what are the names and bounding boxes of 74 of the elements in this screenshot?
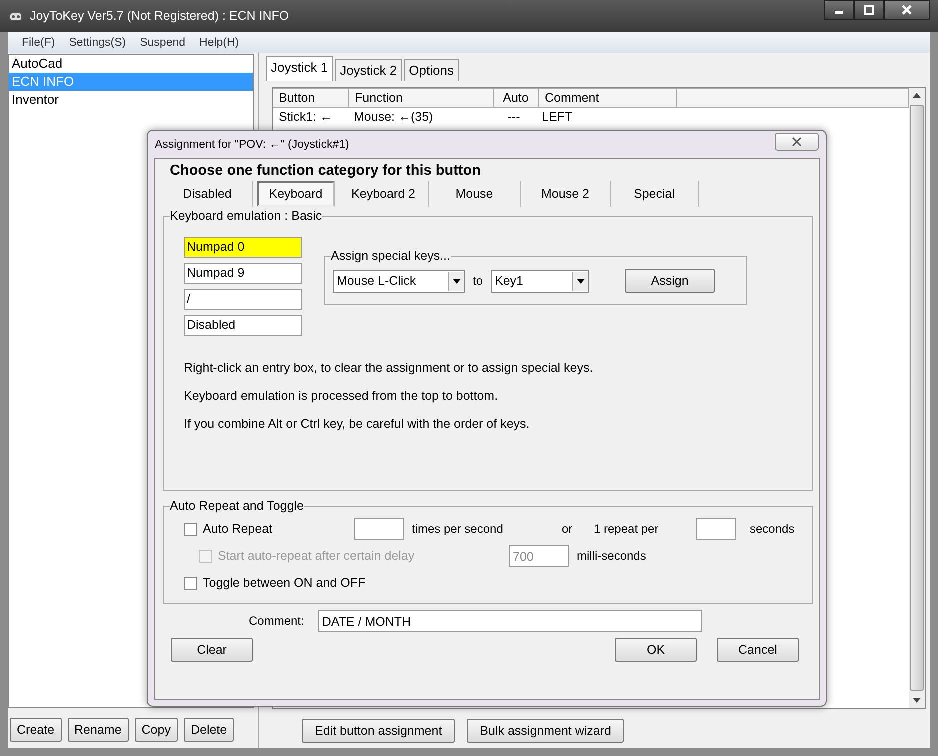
key-field[interactable]: Numpad 9	[184, 263, 302, 284]
category-tab[interactable]: Special	[611, 181, 699, 207]
unit-label: milli-seconds	[577, 549, 646, 563]
key-field[interactable]: Numpad 0	[184, 237, 302, 258]
checkbox[interactable]	[184, 522, 197, 536]
category-tab[interactable]: Mouse	[429, 181, 521, 207]
category-tab[interactable]: Keyboard	[257, 181, 335, 207]
special-key-dropdown[interactable]: Mouse L-Click	[333, 270, 465, 292]
category-tab[interactable]: Mouse 2	[521, 181, 611, 207]
close-button[interactable]	[775, 132, 819, 150]
note-text: If you combine Alt or Ctrl key, be careful with the order of keys.	[184, 417, 531, 431]
table-cell-text: LEFT	[541, 109, 574, 126]
joystick-tab[interactable]: Joystick 2	[335, 59, 402, 81]
group-title: Keyboard emulation : Basic	[170, 209, 322, 223]
joystick-tab[interactable]: Joystick 1	[266, 56, 334, 81]
scroll-down-icon[interactable]	[913, 698, 921, 703]
key-field[interactable]: /	[184, 289, 302, 310]
checkbox-label: Toggle between ON and OFF	[203, 576, 366, 590]
column-header[interactable]: Button	[273, 88, 349, 108]
assign-button[interactable]: Assign	[625, 269, 716, 293]
scrollbar-thumb[interactable]	[910, 105, 924, 691]
profile-button[interactable]: Copy	[134, 718, 178, 742]
table-cell-text: ---	[506, 109, 522, 126]
seconds-label: seconds	[750, 522, 795, 536]
table-cell-text: Stick1: ←	[278, 109, 334, 126]
category-tab[interactable]: Keyboard 2	[339, 181, 429, 207]
dialog-heading: Choose one function category for this button	[169, 163, 482, 179]
close-icon	[901, 4, 913, 16]
checkbox[interactable]	[184, 576, 197, 590]
ok-button[interactable]: OK	[615, 638, 697, 662]
column-header[interactable]: Function	[349, 88, 494, 108]
minimize-button[interactable]	[824, 0, 854, 20]
profile-item[interactable]: Inventor	[9, 91, 253, 109]
comment-input[interactable]: DATE / MONTH	[318, 610, 702, 632]
menu-item[interactable]: Settings(S)	[69, 36, 126, 48]
joystick-tab[interactable]: Options	[404, 59, 459, 81]
close-button[interactable]	[884, 0, 930, 20]
profile-button[interactable]: Rename	[68, 718, 129, 742]
dialog-title: Assignment for "POV: ←" (Joystick#1)	[155, 138, 350, 150]
comment-label: Comment:	[249, 614, 304, 628]
action-button[interactable]: Edit button assignment	[302, 719, 456, 743]
cancel-button[interactable]: Cancel	[717, 638, 799, 662]
column-header[interactable]: Comment	[539, 88, 677, 108]
profile-button[interactable]: Create	[10, 718, 62, 742]
note-text: Right-click an entry box, to clear the assignment or to assign special keys.	[184, 361, 594, 375]
to-label: to	[473, 274, 484, 288]
key-field[interactable]: Disabled	[184, 315, 302, 336]
profile-button[interactable]: Delete	[184, 718, 234, 742]
interval-label: 1 repeat per	[594, 522, 660, 536]
clear-button[interactable]: Clear	[171, 638, 253, 662]
scroll-up-icon[interactable]	[913, 93, 921, 98]
menu-item[interactable]: File(F)	[22, 36, 56, 48]
checkbox-label: Auto Repeat	[203, 522, 272, 536]
maximize-button[interactable]	[854, 0, 884, 20]
rate-label: times per second	[412, 522, 504, 536]
group-title: Assign special keys...	[331, 249, 450, 263]
note-text: Keyboard emulation is processed from the top to bottom.	[184, 389, 500, 403]
action-button[interactable]: Bulk assignment wizard	[467, 719, 624, 743]
target-key-dropdown[interactable]: Key1	[491, 270, 590, 292]
column-header[interactable]: Auto	[494, 88, 539, 108]
checkbox-label: Start auto-repeat after certain delay	[218, 549, 415, 563]
rate-input[interactable]	[354, 518, 404, 540]
scrollbar[interactable]	[909, 88, 925, 708]
profile-item[interactable]: AutoCad	[9, 55, 253, 73]
close-icon	[792, 136, 802, 146]
seconds-input[interactable]	[696, 518, 736, 540]
table-cell-text: Mouse: ←(35)	[353, 109, 434, 126]
maximize-icon	[864, 5, 874, 15]
menu-item[interactable]: Suspend	[140, 36, 186, 48]
window-title: JoyToKey Ver5.7 (Not Registered) : ECN INFO	[30, 9, 290, 23]
category-tab[interactable]: Disabled	[163, 181, 253, 207]
or-label: or	[562, 522, 574, 536]
menu-item[interactable]: Help(H)	[200, 36, 240, 48]
group-title: Auto Repeat and Toggle	[170, 499, 304, 513]
